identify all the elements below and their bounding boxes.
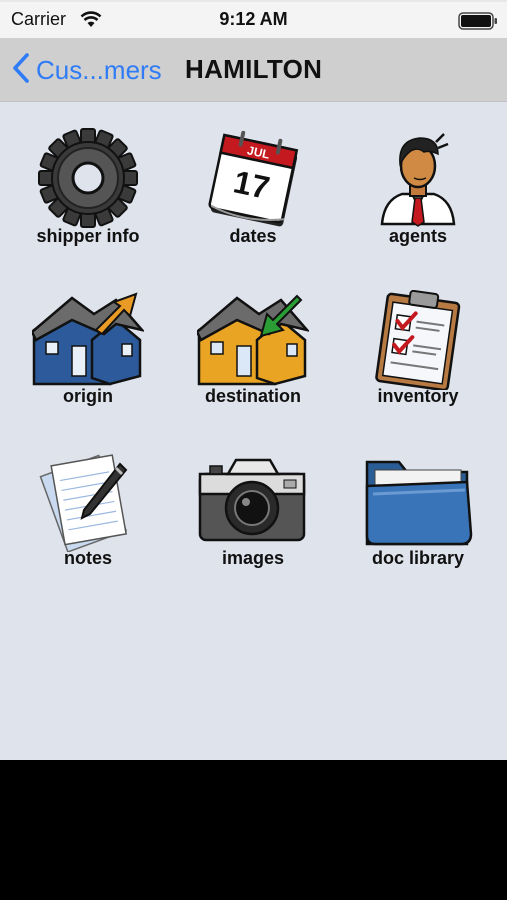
back-button-label: Cus...mers bbox=[36, 54, 162, 85]
house-destination-icon bbox=[197, 294, 309, 386]
tile-label: origin bbox=[63, 386, 113, 406]
gear-icon bbox=[38, 128, 138, 228]
tile-label: agents bbox=[388, 226, 448, 246]
tile-inventory[interactable]: inventory bbox=[333, 290, 503, 440]
app-screen: Carrier 9:12 AM Cus...mers HAMILTON ship… bbox=[0, 0, 507, 760]
tile-label: doc library bbox=[371, 548, 465, 568]
tile-dates[interactable]: JUL 17 dates bbox=[168, 128, 338, 278]
camera-icon bbox=[198, 458, 306, 542]
tile-doc-library[interactable]: doc library bbox=[333, 452, 503, 602]
house-origin-icon bbox=[32, 292, 144, 386]
battery-icon bbox=[458, 12, 498, 35]
navigation-bar: Cus...mers HAMILTON bbox=[0, 38, 507, 102]
bottom-letterbox bbox=[0, 760, 507, 900]
back-button[interactable]: Cus...mers bbox=[12, 52, 162, 88]
calendar-icon: JUL 17 bbox=[208, 130, 299, 227]
agent-icon bbox=[380, 133, 456, 227]
calendar-day: 17 bbox=[230, 163, 272, 206]
clock: 9:12 AM bbox=[219, 9, 288, 29]
tile-label: notes bbox=[63, 548, 112, 568]
tile-destination[interactable]: destination bbox=[168, 290, 338, 440]
page-title: HAMILTON bbox=[185, 54, 323, 84]
folder-icon bbox=[365, 460, 473, 546]
tile-label: destination bbox=[204, 386, 301, 406]
tile-notes[interactable]: notes bbox=[3, 452, 173, 602]
tile-label: inventory bbox=[377, 386, 459, 406]
tile-label: images bbox=[221, 548, 285, 568]
status-bar: Carrier 9:12 AM bbox=[0, 0, 507, 38]
tile-agents[interactable]: agents bbox=[333, 128, 503, 278]
notes-icon bbox=[39, 454, 128, 552]
tile-label: shipper info bbox=[36, 226, 140, 246]
tile-origin[interactable]: origin bbox=[3, 290, 173, 440]
chevron-left-icon bbox=[12, 52, 30, 89]
tile-images[interactable]: images bbox=[168, 452, 338, 602]
tile-label: dates bbox=[229, 226, 277, 246]
tile-shipper-info[interactable]: shipper info bbox=[3, 128, 173, 278]
clipboard-icon bbox=[375, 290, 461, 390]
